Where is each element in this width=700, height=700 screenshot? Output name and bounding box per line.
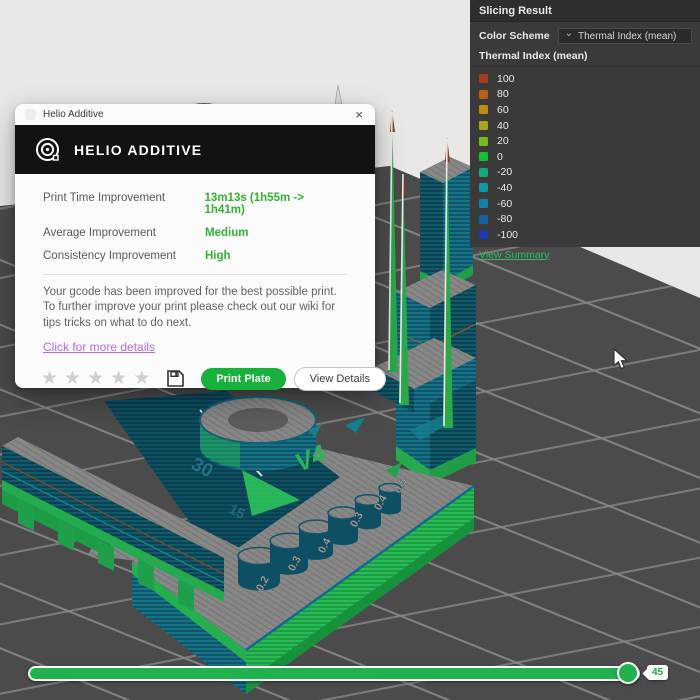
legend-label: -80 — [497, 213, 513, 226]
legend-row: 80 — [470, 87, 700, 103]
star-icon[interactable]: ★ — [87, 369, 104, 388]
color-scheme-label: Color Scheme — [479, 30, 550, 42]
star-icon[interactable]: ★ — [41, 369, 58, 388]
legend-label: -40 — [497, 181, 513, 194]
metric-value: High — [205, 250, 231, 262]
legend-label: -20 — [497, 166, 513, 179]
legend-label: 100 — [497, 72, 515, 85]
legend-label: 40 — [497, 119, 509, 132]
thermal-index-title: Thermal Index (mean) — [470, 49, 700, 67]
helio-logo-icon — [34, 136, 61, 163]
metric-row: Average Improvement Medium — [43, 227, 347, 239]
legend-swatch — [479, 199, 488, 209]
legend-label: -100 — [497, 228, 519, 241]
legend-row: 60 — [470, 102, 700, 118]
mouse-cursor-icon — [613, 348, 629, 370]
legend-row: -60 — [470, 196, 700, 212]
layer-value-badge: 45 — [647, 665, 669, 680]
viewport: 30 15 V4 0.2 0.3 0.4 0.3 0.4 0.5 Slicing… — [0, 0, 700, 700]
legend-row: -100 — [470, 227, 700, 243]
dialog-titlebar: Helio Additive × — [15, 104, 375, 122]
star-icon[interactable]: ★ — [110, 369, 127, 388]
legend-row: -40 — [470, 180, 700, 196]
metrics: Print Time Improvement 13m13s (1h55m -> … — [15, 174, 375, 262]
dialog-body-text: Your gcode has been improved for the bes… — [43, 286, 337, 329]
view-details-button[interactable]: View Details — [293, 366, 386, 391]
save-gcode-icon[interactable] — [166, 369, 185, 388]
app-icon — [25, 109, 36, 120]
legend-swatch — [479, 89, 488, 99]
legend-swatch — [479, 121, 488, 131]
legend-row: 0 — [470, 149, 700, 165]
legend-label: 80 — [497, 88, 509, 101]
dialog-title: Helio Additive — [43, 109, 104, 120]
view-summary-link[interactable]: View Summary — [479, 249, 549, 261]
legend-swatch — [479, 167, 488, 177]
layer-slider-fill — [30, 668, 638, 679]
legend-swatch — [479, 152, 488, 162]
color-scheme-dropdown[interactable]: ⌄ Thermal Index (mean) — [557, 28, 692, 44]
legend-swatch — [479, 214, 488, 224]
star-icon[interactable]: ★ — [64, 369, 81, 388]
chevron-down-icon: ⌄ — [564, 28, 573, 39]
color-scheme-value: Thermal Index (mean) — [578, 30, 677, 42]
legend-swatch — [479, 105, 488, 115]
metric-row: Print Time Improvement 13m13s (1h55m -> … — [43, 192, 347, 216]
metric-value: Medium — [205, 227, 249, 239]
layer-slider-knob[interactable] — [617, 662, 639, 684]
legend-label: 60 — [497, 103, 509, 116]
divider — [43, 274, 347, 275]
print-plate-button[interactable]: Print Plate — [201, 367, 286, 390]
metric-label: Average Improvement — [43, 227, 156, 239]
metric-label: Consistency Improvement — [43, 250, 176, 262]
legend-row: -80 — [470, 211, 700, 227]
legend-row: 20 — [470, 133, 700, 149]
legend-row: 100 — [470, 71, 700, 87]
more-details-link[interactable]: Click for more details — [43, 340, 155, 354]
brand-name: HELIO ADDITIVE — [74, 141, 203, 158]
close-icon[interactable]: × — [353, 108, 365, 121]
legend-swatch — [479, 230, 488, 240]
legend-swatch — [479, 136, 488, 146]
legend-row: -20 — [470, 165, 700, 181]
metric-row: Consistency Improvement High — [43, 250, 347, 262]
panel-title: Slicing Result — [470, 0, 700, 22]
helio-additive-dialog: Helio Additive × HELIO ADDITIVE Print Ti… — [15, 104, 386, 391]
metric-label: Print Time Improvement — [43, 192, 166, 204]
metric-value: 13m13s (1h55m -> 1h41m) — [204, 192, 304, 216]
layer-slider[interactable] — [28, 666, 640, 681]
thermal-legend: 100 80 60 40 20 0 -20 -40 -60 -80 -100 — [470, 67, 700, 245]
dialog-actions: ★ ★ ★ ★ ★ Print Plate View Details — [15, 356, 386, 391]
legend-swatch — [479, 74, 488, 84]
legend-row: 40 — [470, 118, 700, 134]
legend-label: 0 — [497, 150, 503, 163]
slicing-result-panel: Slicing Result Color Scheme ⌄ Thermal In… — [470, 0, 700, 261]
legend-label: 20 — [497, 135, 509, 148]
legend-label: -60 — [497, 197, 513, 210]
legend-swatch — [479, 183, 488, 193]
brand-header: HELIO ADDITIVE — [15, 125, 375, 174]
star-icon[interactable]: ★ — [133, 369, 150, 388]
